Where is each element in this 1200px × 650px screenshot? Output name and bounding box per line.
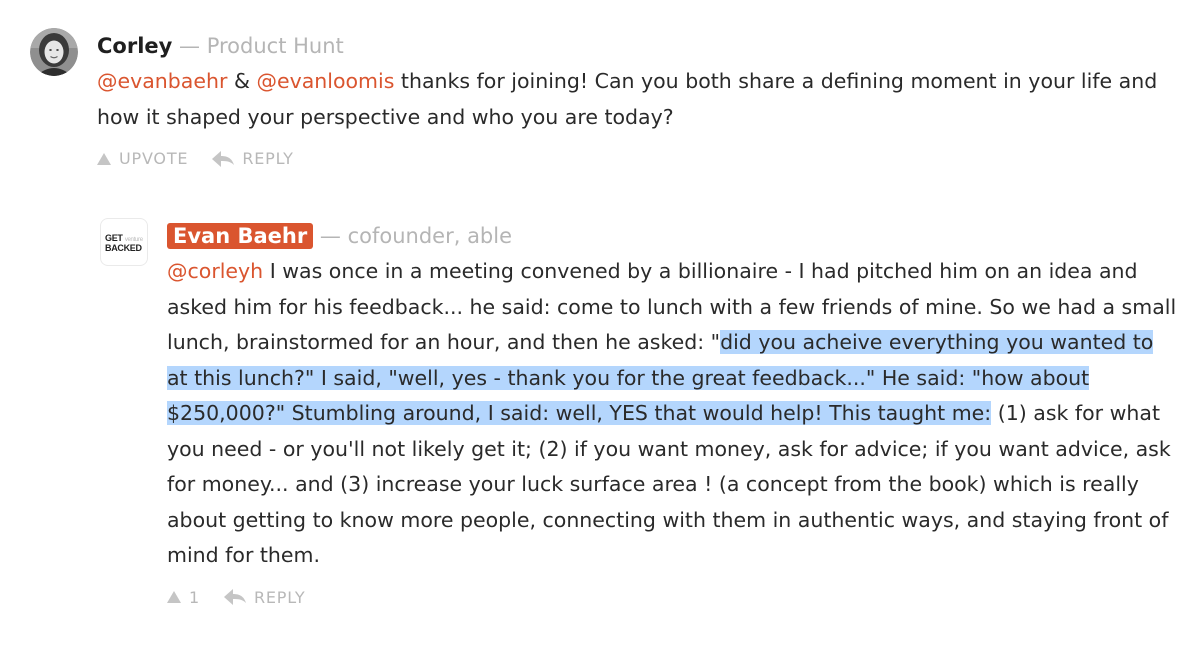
author-headline: cofounder, able — [347, 224, 513, 248]
reply-button[interactable]: REPLY — [212, 149, 293, 168]
author-name[interactable]: Evan Baehr — [167, 223, 314, 249]
reply-button[interactable]: REPLY — [223, 587, 306, 607]
upvote-count: 1 — [189, 587, 200, 607]
separator: — — [319, 224, 341, 248]
get-backed-book-avatar-icon: GET venture BACKED — [105, 233, 143, 253]
mention-link[interactable]: @evanloomis — [256, 69, 394, 93]
user-photo-avatar-icon — [30, 28, 78, 76]
upvote-button[interactable]: 1 — [167, 588, 200, 607]
comment-actions: 1 REPLY — [167, 588, 1177, 607]
logo-line1: GET — [105, 233, 123, 243]
reply-arrow-icon — [223, 589, 246, 605]
comment-text: @corleyh I was once in a meeting convene… — [167, 254, 1177, 574]
comment-actions: UPVOTE REPLY — [97, 149, 1177, 168]
separator: — — [179, 34, 201, 58]
avatar[interactable]: GET venture BACKED — [100, 218, 148, 266]
upvote-label: UPVOTE — [119, 149, 189, 168]
comment-body: Corley — Product Hunt @evanbaehr & @evan… — [97, 32, 1177, 168]
reply-arrow-icon — [212, 150, 235, 167]
mention-link[interactable]: @evanbaehr — [97, 69, 227, 93]
logo-line2: BACKED — [105, 243, 142, 253]
upvote-triangle-icon — [97, 152, 111, 165]
comment-text-part: (1) ask for what you need - or you'll no… — [167, 401, 1171, 567]
author-headline: Product Hunt — [206, 34, 344, 58]
upvote-button[interactable]: UPVOTE — [97, 149, 188, 168]
avatar[interactable] — [30, 28, 78, 76]
reply-label: REPLY — [242, 149, 294, 168]
comment-text-part: & — [227, 69, 257, 93]
reply-label: REPLY — [253, 587, 306, 607]
comment-text: @evanbaehr & @evanloomis thanks for join… — [97, 64, 1177, 135]
mention-link[interactable]: @corleyh — [167, 259, 263, 283]
author-name[interactable]: Corley — [97, 34, 172, 58]
comment-header: Corley — Product Hunt — [97, 32, 1177, 62]
comment-header: Evan Baehr — cofounder, able — [167, 222, 1177, 252]
upvote-triangle-icon — [167, 591, 181, 603]
comment-body: Evan Baehr — cofounder, able @corleyh I … — [167, 222, 1177, 607]
